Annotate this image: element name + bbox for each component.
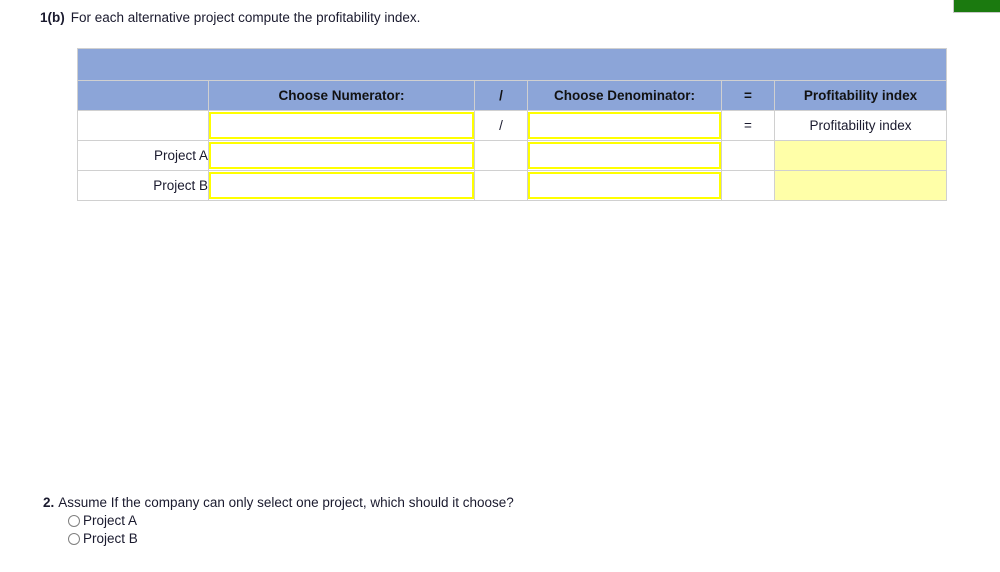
formula-slash: /	[474, 110, 528, 141]
table-row: Project A	[77, 140, 947, 171]
row-label-project-b: Project B	[77, 170, 209, 201]
option-project-a-label: Project A	[83, 513, 138, 528]
formula-result-label: Profitability index	[774, 110, 947, 141]
table-header-row: Choose Numerator: / Choose Denominator: …	[77, 80, 947, 111]
question-1b-number: 1(b)	[40, 10, 65, 25]
formula-equals: =	[721, 110, 775, 141]
table-top-band-cell	[77, 48, 947, 81]
project-a-result	[774, 140, 947, 171]
question-2-prompt: 2. Assume If the company can only select …	[43, 495, 514, 510]
row-label-project-a: Project A	[77, 140, 209, 171]
project-b-numerator-cell[interactable]	[208, 170, 475, 201]
option-project-a[interactable]: Project A	[68, 513, 514, 528]
project-b-denominator-cell[interactable]	[527, 170, 722, 201]
header-denominator: Choose Denominator:	[527, 80, 722, 111]
profitability-index-table: Choose Numerator: / Choose Denominator: …	[77, 48, 947, 201]
option-project-b[interactable]: Project B	[68, 531, 514, 546]
question-1b: 1(b) For each alternative project compute…	[40, 10, 420, 25]
table-row: Project B	[77, 170, 947, 201]
radio-button-icon[interactable]	[68, 532, 80, 545]
formula-denominator-cell[interactable]	[527, 110, 722, 141]
formula-numerator-cell[interactable]	[208, 110, 475, 141]
formula-numerator-input[interactable]	[209, 112, 474, 139]
header-slash: /	[474, 80, 528, 111]
radio-button-icon[interactable]	[68, 514, 80, 527]
table-top-band	[77, 48, 947, 81]
header-label-cell	[77, 80, 209, 111]
header-numerator: Choose Numerator:	[208, 80, 475, 111]
question-2: 2. Assume If the company can only select …	[43, 495, 514, 549]
table-formula-row: / = Profitability index	[77, 110, 947, 141]
header-profitability-index: Profitability index	[774, 80, 947, 111]
question-2-options: Project A Project B	[68, 513, 514, 546]
project-a-equals	[721, 140, 775, 171]
project-b-result	[774, 170, 947, 201]
option-project-b-label: Project B	[83, 531, 138, 546]
project-a-slash	[474, 140, 528, 171]
project-a-numerator-input[interactable]	[209, 142, 474, 169]
question-1b-text: For each alternative project compute the…	[70, 10, 421, 25]
project-a-numerator-cell[interactable]	[208, 140, 475, 171]
project-a-denominator-input[interactable]	[528, 142, 721, 169]
project-b-numerator-input[interactable]	[209, 172, 474, 199]
formula-row-label	[77, 110, 209, 141]
header-equals: =	[721, 80, 775, 111]
project-a-denominator-cell[interactable]	[527, 140, 722, 171]
green-marker	[953, 0, 1000, 13]
formula-denominator-input[interactable]	[528, 112, 721, 139]
project-b-denominator-input[interactable]	[528, 172, 721, 199]
question-2-text: Assume If the company can only select on…	[58, 495, 514, 510]
question-2-number: 2.	[43, 495, 55, 510]
project-b-equals	[721, 170, 775, 201]
project-b-slash	[474, 170, 528, 201]
